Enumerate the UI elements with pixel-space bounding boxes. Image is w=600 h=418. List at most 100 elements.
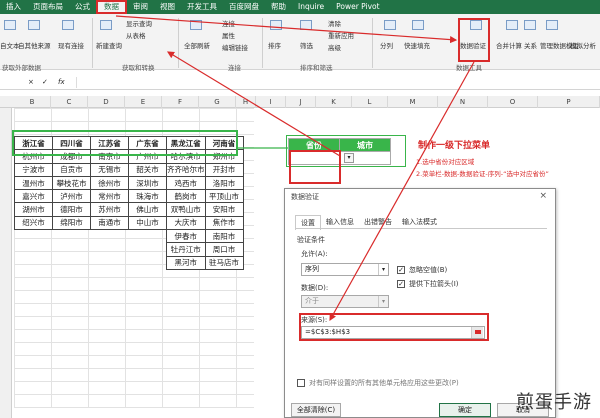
empty-cell[interactable] [129, 243, 167, 256]
city-cell[interactable]: 自贡市 [52, 162, 91, 177]
tab-power-pivot[interactable]: Power Pivot [330, 0, 385, 14]
tab-page-layout[interactable]: 页面布局 [27, 0, 69, 14]
tab-baidu[interactable]: 百度网盘 [223, 0, 265, 14]
city-cell[interactable]: 韶关市 [128, 162, 167, 177]
city-cell[interactable]: 宁波市 [14, 162, 53, 177]
city-cell[interactable]: 湖州市 [14, 202, 53, 217]
empty-cell[interactable] [129, 230, 167, 243]
city-cell[interactable]: 双鸭山市 [166, 202, 206, 217]
city-cell[interactable]: 深圳市 [128, 175, 167, 191]
clear-all-button[interactable]: 全部清除(C) [291, 403, 341, 417]
refresh-all-button[interactable]: 全部刷新 [184, 40, 210, 50]
tab-insert[interactable]: 插入 [0, 0, 27, 14]
city-cell[interactable]: 安阳市 [204, 202, 244, 217]
city-cell[interactable]: 大庆市 [166, 215, 206, 231]
column-header[interactable]: K [316, 96, 352, 108]
column-header[interactable]: C [51, 96, 88, 108]
cancel-formula-icon[interactable]: × [28, 78, 34, 86]
column-header[interactable]: O [488, 96, 538, 108]
sort-button[interactable]: 排序 [268, 40, 281, 50]
column-header[interactable]: J [286, 96, 316, 108]
column-header[interactable]: D [88, 96, 125, 108]
new-query-button[interactable]: 新建查询 [96, 40, 122, 50]
city-cell[interactable]: 焦作市 [204, 215, 244, 231]
what-if-button[interactable]: 模拟分析 [570, 40, 596, 50]
city-cell[interactable]: 泸州市 [52, 189, 91, 204]
close-icon[interactable]: × [539, 191, 547, 201]
text-to-columns-button[interactable]: 分列 [380, 40, 393, 50]
column-header[interactable]: P [538, 96, 600, 108]
empty-cell[interactable] [53, 256, 91, 269]
empty-cell[interactable] [53, 243, 91, 256]
city-cell[interactable]: 佛山市 [128, 202, 167, 217]
empty-cell[interactable] [129, 256, 167, 269]
confirm-formula-icon[interactable]: ✓ [42, 78, 48, 86]
empty-cell[interactable] [15, 230, 53, 243]
ignore-blank-checkbox[interactable]: ✓ [397, 266, 405, 274]
city-cell[interactable]: 鹤岗市 [166, 189, 206, 204]
city-cell[interactable]: 牡丹江市 [166, 242, 206, 257]
city-cell[interactable]: 绍兴市 [14, 215, 53, 231]
city-cell[interactable]: 开封市 [204, 162, 244, 177]
existing-connections-button[interactable]: 现有连接 [58, 40, 84, 50]
empty-cell[interactable] [15, 256, 53, 269]
city-cell[interactable]: 苏州市 [90, 202, 129, 217]
tab-formulas[interactable]: 公式 [69, 0, 96, 14]
tab-review[interactable]: 审阅 [127, 0, 154, 14]
city-cell[interactable]: 黑河市 [166, 255, 206, 270]
city-cell[interactable]: 南阳市 [204, 229, 244, 244]
consolidate-button[interactable]: 合并计算 [496, 40, 522, 50]
empty-cell[interactable] [15, 243, 53, 256]
data-select[interactable]: 介于 ▾ [301, 295, 389, 308]
city-cell[interactable]: 温州市 [14, 175, 53, 191]
column-header[interactable]: L [352, 96, 388, 108]
city-cell[interactable]: 周口市 [204, 242, 244, 257]
clear-button[interactable]: 清除 [328, 18, 341, 28]
city-cell[interactable]: 攀枝花市 [52, 175, 91, 191]
city-cell[interactable]: 徐州市 [90, 175, 129, 191]
from-table-button[interactable]: 从表格 [126, 30, 146, 40]
connections-button[interactable]: 连接 [222, 18, 235, 28]
empty-cell[interactable] [91, 243, 129, 256]
column-header[interactable]: N [438, 96, 488, 108]
city-cell[interactable]: 德阳市 [52, 202, 91, 217]
tab-developer[interactable]: 开发工具 [181, 0, 223, 14]
city-cell[interactable]: 绵阳市 [52, 215, 91, 231]
city-cell[interactable]: 南通市 [90, 215, 129, 231]
properties-button[interactable]: 属性 [222, 30, 235, 40]
city-cell[interactable]: 珠海市 [128, 189, 167, 204]
tab-inquire[interactable]: Inquire [292, 0, 330, 14]
city-cell[interactable]: 常州市 [90, 189, 129, 204]
show-query-button[interactable]: 显示查询 [126, 18, 152, 28]
empty-cell[interactable] [91, 230, 129, 243]
city-cell[interactable]: 伊春市 [166, 229, 206, 244]
city-cell[interactable]: 嘉兴市 [14, 189, 53, 204]
tab-data[interactable]: 数据 [96, 0, 127, 14]
dropdown-checkbox[interactable]: ✓ [397, 280, 405, 288]
column-header[interactable]: H [236, 96, 256, 108]
flash-fill-button[interactable]: 快速填充 [404, 40, 430, 50]
empty-cell[interactable] [91, 256, 129, 269]
apply-all-checkbox[interactable] [297, 379, 305, 387]
city-cell[interactable]: 无锡市 [90, 162, 129, 177]
column-header[interactable]: G [199, 96, 236, 108]
column-header[interactable]: B [14, 96, 51, 108]
advanced-button[interactable]: 高级 [328, 42, 341, 52]
relationships-button[interactable]: 关系 [524, 40, 537, 50]
fx-icon[interactable]: fx [58, 78, 65, 86]
allow-select[interactable]: 序列 ▾ [301, 263, 389, 276]
city-cell[interactable]: 洛阳市 [204, 175, 244, 191]
tab-help[interactable]: 帮助 [265, 0, 292, 14]
column-header[interactable]: F [162, 96, 199, 108]
empty-cell[interactable] [53, 230, 91, 243]
filter-button[interactable]: 筛选 [300, 40, 313, 50]
dropdown-arrow-icon[interactable]: ▾ [344, 153, 354, 163]
formula-input[interactable] [76, 77, 596, 88]
city-cell[interactable]: 驻马店市 [204, 255, 244, 270]
column-header[interactable]: E [125, 96, 162, 108]
tab-view[interactable]: 视图 [154, 0, 181, 14]
edit-links-button[interactable]: 编辑链接 [222, 42, 248, 52]
from-text-button[interactable]: 自文本 [0, 40, 20, 50]
reapply-button[interactable]: 重新应用 [328, 30, 354, 40]
city-cell[interactable]: 齐齐哈尔市 [166, 162, 206, 177]
